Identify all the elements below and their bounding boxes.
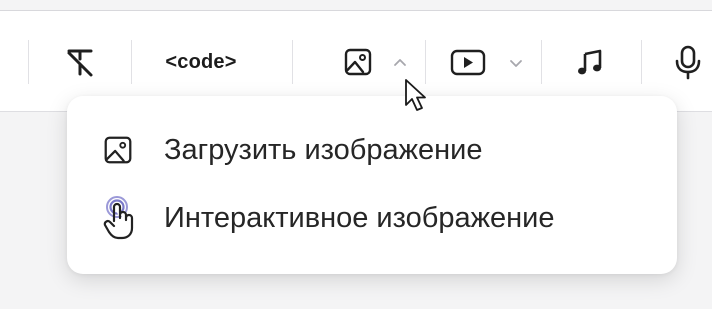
code-button[interactable]: <code>	[146, 35, 256, 89]
hand-pointer-icon	[101, 195, 141, 241]
image-icon	[101, 133, 135, 167]
menu-item-label: Интерактивное изображение	[164, 201, 555, 234]
microphone-icon	[675, 45, 701, 80]
code-label: <code>	[165, 50, 237, 73]
image-dropdown-menu: Загрузить изображение Интерактивное изоб…	[67, 96, 677, 274]
clear-format-button[interactable]	[52, 35, 108, 89]
chevron-up-icon[interactable]	[391, 54, 409, 72]
menu-item-label: Загрузить изображение	[164, 133, 483, 166]
toolbar-separator	[292, 40, 293, 84]
image-icon	[344, 48, 372, 76]
chevron-down-icon[interactable]	[507, 54, 525, 72]
microphone-button[interactable]	[664, 35, 712, 89]
video-button[interactable]	[445, 35, 530, 89]
music-note-icon	[578, 49, 602, 75]
video-icon	[450, 49, 486, 76]
audio-button[interactable]	[565, 35, 615, 89]
clear-format-icon	[67, 49, 93, 77]
menu-item-upload-image[interactable]: Загрузить изображение	[67, 120, 677, 180]
menu-item-interactive-image[interactable]: Интерактивное изображение	[67, 188, 677, 248]
image-button[interactable]	[334, 35, 414, 89]
toolbar-separator	[641, 40, 642, 84]
toolbar-separator	[28, 40, 29, 84]
mouse-cursor-icon	[405, 79, 426, 111]
toolbar-separator	[131, 40, 132, 84]
toolbar-separator	[541, 40, 542, 84]
